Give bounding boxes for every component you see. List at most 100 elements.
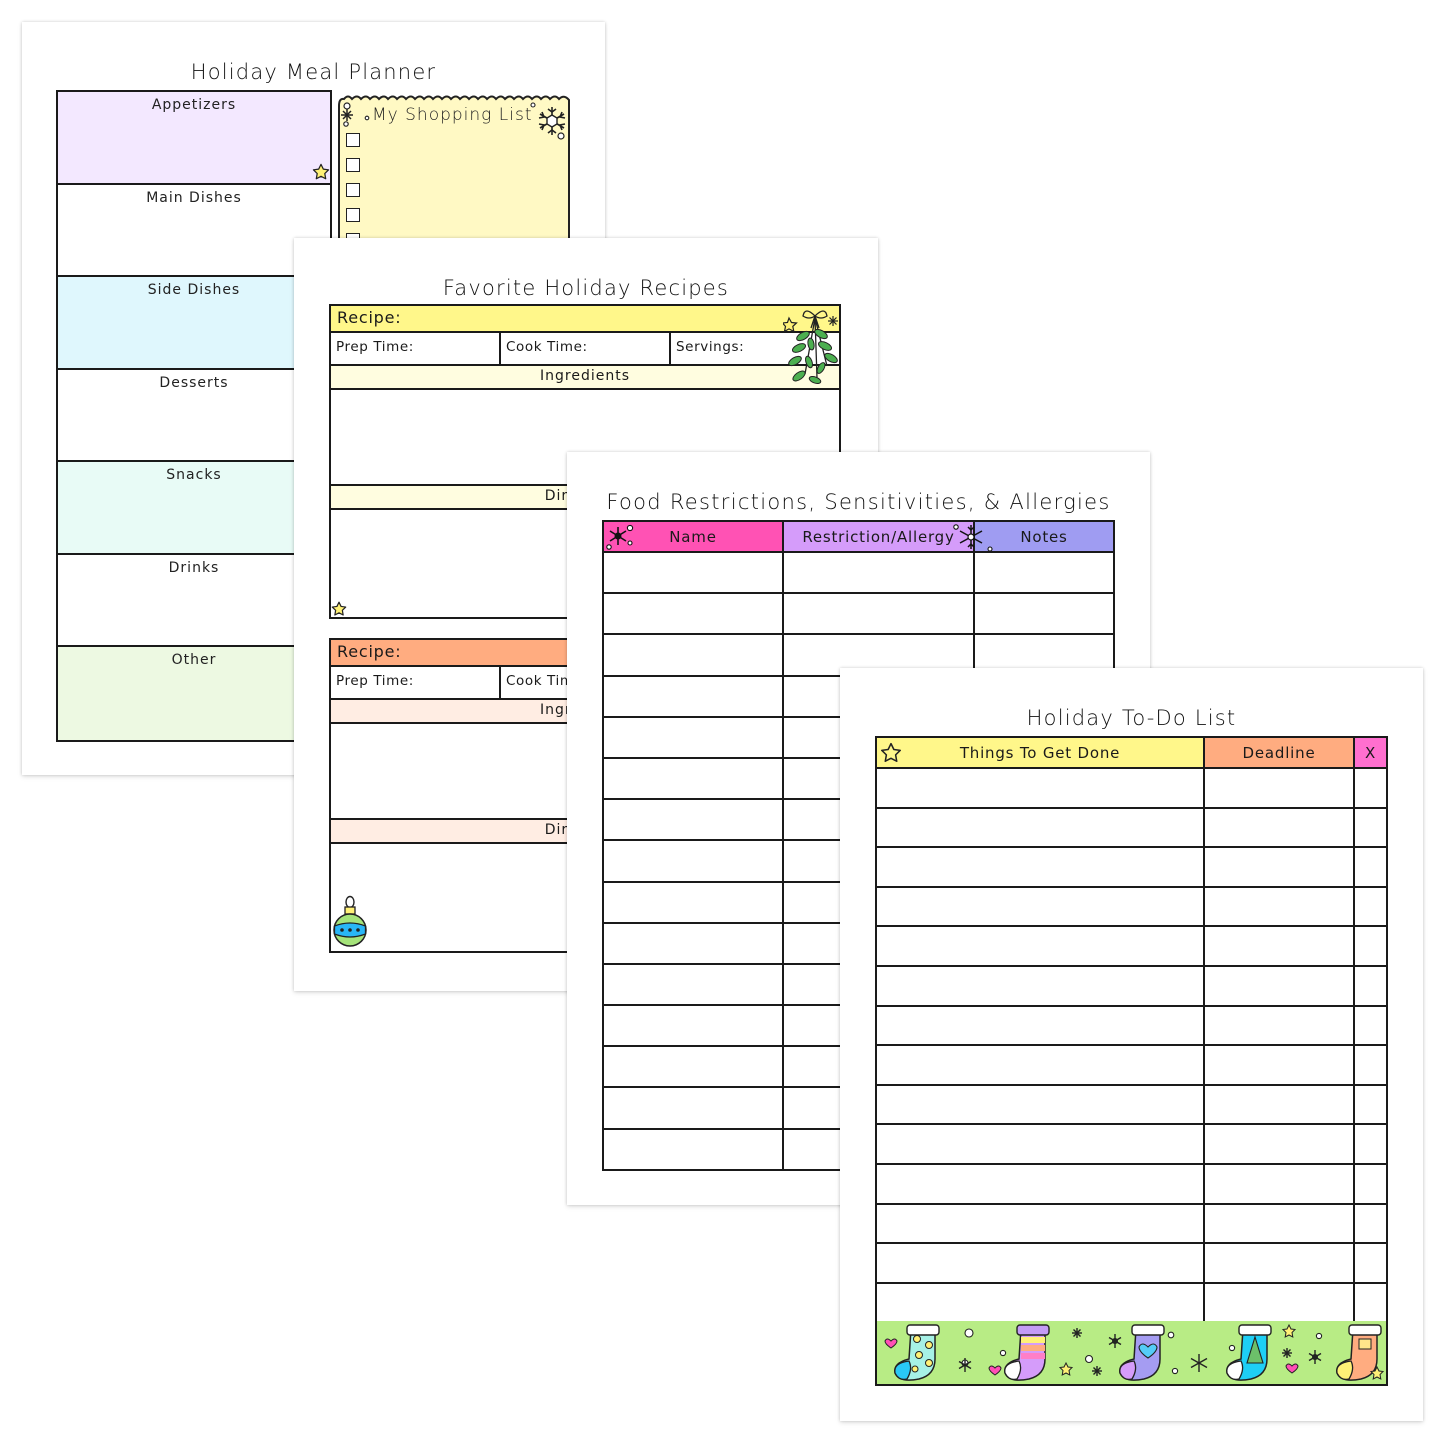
recipe-label: Recipe: (337, 642, 402, 661)
table-cell[interactable] (602, 962, 784, 1007)
stocking-icon (1004, 1324, 1050, 1381)
table-cell[interactable] (875, 1083, 1205, 1126)
table-cell[interactable] (602, 921, 784, 965)
section-label: Appetizers (151, 97, 237, 113)
table-cell[interactable] (1353, 767, 1388, 809)
table-cell[interactable] (1203, 885, 1355, 928)
shopping-list-title: My Shopping List (372, 105, 533, 125)
table-cell[interactable] (1203, 1044, 1355, 1086)
table-cell[interactable] (602, 1127, 784, 1171)
table-cell[interactable] (1203, 1123, 1355, 1165)
column-header-deadline: Deadline (1203, 736, 1355, 769)
table-cell[interactable] (602, 1045, 784, 1089)
table-cell[interactable] (1353, 1242, 1388, 1284)
table-cell[interactable] (1203, 1242, 1355, 1284)
table-row (875, 1162, 1388, 1205)
table-row (875, 964, 1388, 1007)
table-cell[interactable] (973, 592, 1115, 636)
table-cell[interactable] (782, 550, 975, 595)
table-cell[interactable] (875, 1123, 1205, 1165)
table-cell[interactable] (602, 550, 784, 595)
table-cell[interactable] (875, 806, 1205, 849)
table-cell[interactable] (1203, 964, 1355, 1007)
table-cell[interactable] (1353, 885, 1388, 928)
section-snacks[interactable]: Snacks (58, 462, 330, 555)
table-cell[interactable] (1203, 1083, 1355, 1126)
table-cell[interactable] (602, 798, 784, 842)
page-title: Favorite Holiday Recipes (442, 276, 730, 300)
section-label: Desserts (159, 374, 229, 391)
prep-time-field[interactable]: Prep Time: (331, 333, 501, 364)
cook-time-field[interactable]: Cook Time: (501, 333, 671, 364)
table-cell[interactable] (602, 674, 784, 718)
section-desserts[interactable]: Desserts (58, 369, 330, 462)
table-cell[interactable] (875, 885, 1205, 928)
table-header-row: Name Restriction/Allergy Notes (602, 520, 1115, 553)
table-cell[interactable] (875, 846, 1205, 888)
table-cell[interactable] (875, 1162, 1205, 1205)
table-cell[interactable] (1203, 1202, 1355, 1245)
table-cell[interactable] (1353, 925, 1388, 967)
table-cell[interactable] (1203, 806, 1355, 849)
table-cell[interactable] (602, 1004, 784, 1048)
table-cell[interactable] (875, 767, 1205, 809)
table-cell[interactable] (1203, 767, 1355, 809)
table-cell[interactable] (1203, 846, 1355, 888)
section-drinks[interactable]: Drinks (58, 554, 330, 647)
table-cell[interactable] (1203, 1281, 1355, 1324)
table-cell[interactable] (1353, 1083, 1388, 1126)
section-label: Main Dishes (146, 189, 242, 206)
table-cell[interactable] (602, 1086, 784, 1130)
table-cell[interactable] (875, 1242, 1205, 1284)
table-cell[interactable] (1203, 1162, 1355, 1205)
table-cell[interactable] (1353, 964, 1388, 1007)
table-cell[interactable] (875, 1004, 1205, 1047)
table-row (875, 1123, 1388, 1165)
stocking-icon (1119, 1324, 1165, 1381)
table-cell[interactable] (875, 964, 1205, 1007)
table-cell[interactable] (1353, 1123, 1388, 1165)
table-cell[interactable] (1353, 1044, 1388, 1086)
snowflake-icon (953, 524, 993, 552)
table-cell[interactable] (602, 839, 784, 883)
table-cell[interactable] (602, 592, 784, 636)
star-icon (312, 163, 330, 179)
table-cell[interactable] (875, 925, 1205, 967)
page-title: Holiday Meal Planner (190, 60, 437, 84)
table-cell[interactable] (1353, 846, 1388, 888)
table-row (875, 1083, 1388, 1126)
prep-time-field[interactable]: Prep Time: (331, 667, 501, 698)
section-label: Other (171, 652, 217, 668)
table-cell[interactable] (1353, 1004, 1388, 1047)
stocking-icon (1226, 1324, 1272, 1381)
table-row (875, 767, 1388, 809)
table-cell[interactable] (602, 633, 784, 677)
table-cell[interactable] (1353, 806, 1388, 849)
table-cell[interactable] (1203, 925, 1355, 967)
shopping-checkbox[interactable] (346, 158, 360, 172)
star-icon (331, 601, 347, 616)
shopping-checkbox[interactable] (346, 208, 360, 222)
table-cell[interactable] (1203, 1004, 1355, 1047)
table-cell[interactable] (602, 880, 784, 924)
table-cell[interactable] (782, 592, 975, 636)
table-cell[interactable] (875, 1044, 1205, 1086)
section-other[interactable]: Other (58, 647, 330, 740)
table-cell[interactable] (973, 550, 1115, 595)
table-cell[interactable] (1353, 1202, 1388, 1245)
table-cell[interactable] (1353, 1281, 1388, 1324)
section-side-dishes[interactable]: Side Dishes (58, 277, 330, 370)
section-main-dishes[interactable]: Main Dishes (58, 184, 330, 277)
recipe-name-field[interactable]: Recipe: (331, 306, 839, 333)
stockings-decoration (884, 1323, 1385, 1381)
table-cell[interactable] (1353, 1162, 1388, 1205)
column-header-things: Things To Get Done (875, 736, 1205, 769)
table-cell[interactable] (602, 715, 784, 759)
shopping-checkbox[interactable] (346, 183, 360, 197)
table-cell[interactable] (875, 1281, 1205, 1324)
section-appetizers[interactable]: Appetizers (58, 92, 330, 185)
table-cell[interactable] (602, 756, 784, 801)
shopping-checkbox[interactable] (346, 133, 360, 147)
table-cell[interactable] (875, 1202, 1205, 1245)
servings-label: Servings: (676, 339, 745, 355)
